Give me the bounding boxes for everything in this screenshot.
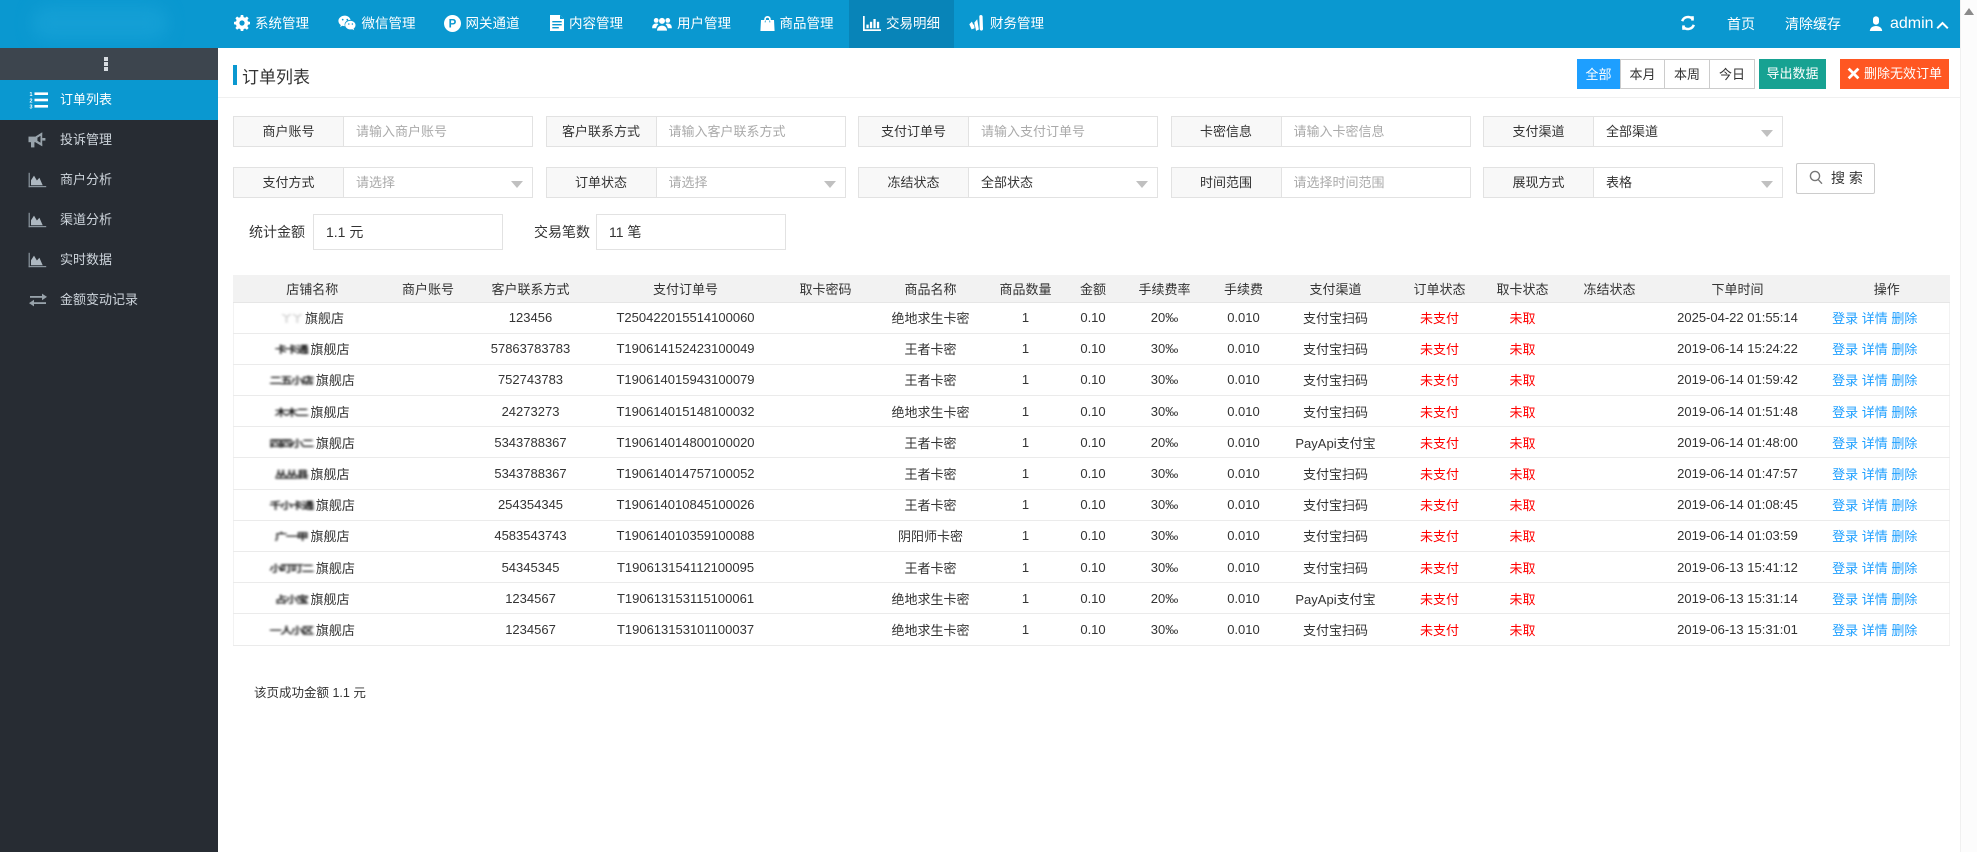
svg-text:1: 1 — [30, 92, 33, 98]
svg-text:P: P — [448, 18, 456, 30]
svg-text:3: 3 — [30, 105, 33, 109]
svg-text:2: 2 — [30, 98, 33, 104]
